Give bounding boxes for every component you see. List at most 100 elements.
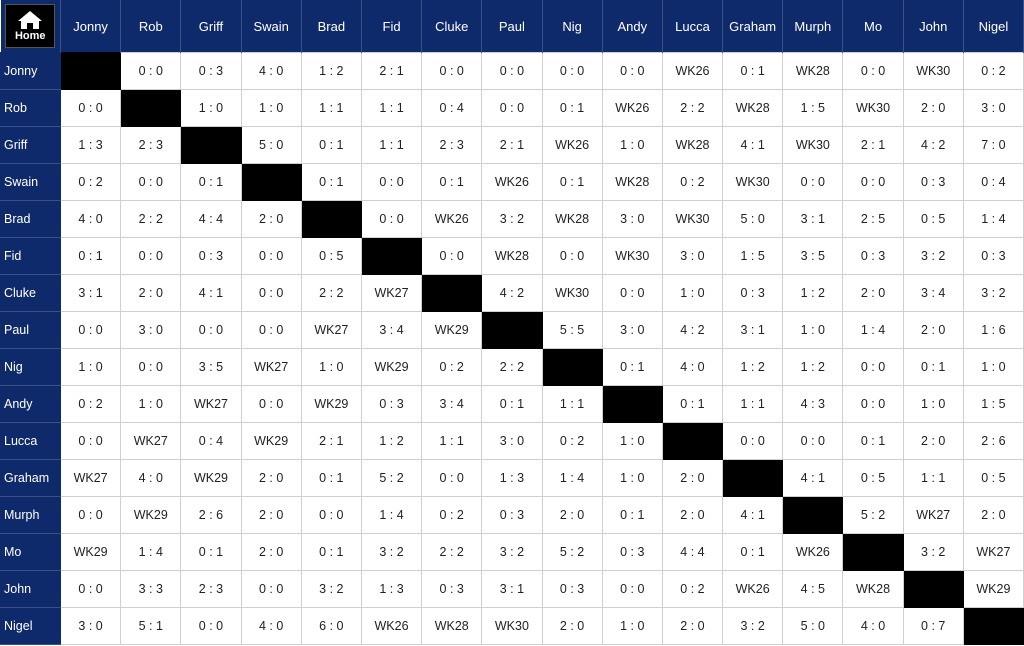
result-cell: 4 : 4 (661, 533, 724, 571)
result-cell: 0 : 1 (481, 385, 543, 423)
result-cell: 3 : 0 (601, 200, 663, 238)
table-row-nigel: Nigel 3 : 05 : 10 : 04 : 06 : 0 WK26 WK28 WK… (0, 607, 1024, 645)
result-cell: 1 : 3 (59, 126, 122, 164)
column-header-andy: Andy (602, 0, 663, 53)
result-cell: 2 : 1 (360, 52, 423, 90)
result-cell: WK28 (481, 237, 543, 275)
result-cell: 0 : 0 (240, 237, 302, 275)
result-cell: 2 : 0 (962, 496, 1024, 534)
result-cell: 0 : 0 (782, 422, 844, 460)
table-row-cluke: Cluke 3 : 12 : 04 : 10 : 02 : 2 WK27 4 : 2W… (0, 274, 1024, 312)
result-cell: 2 : 6 (180, 496, 242, 534)
result-cell: 1 : 0 (661, 274, 724, 312)
result-cell: 0 : 1 (842, 422, 904, 460)
result-cell: 0 : 0 (59, 422, 122, 460)
table-row-nig: Nig 1 : 00 : 03 : 5 WK27 1 : 0 WK29 0 : 22 : … (0, 348, 1024, 386)
result-cell: 0 : 4 (962, 163, 1024, 201)
result-cell: 0 : 1 (541, 89, 603, 127)
result-cell: WK26 (481, 163, 543, 201)
diagonal-cell (421, 274, 483, 312)
result-cell: WK29 (300, 385, 362, 423)
result-cell: WK28 (421, 607, 483, 645)
result-cell: 0 : 1 (902, 348, 964, 386)
result-cell: 3 : 0 (661, 237, 724, 275)
result-cell: 1 : 5 (722, 237, 784, 275)
result-cell: WK28 (722, 89, 784, 127)
result-cell: 2 : 0 (541, 496, 603, 534)
result-cell: 0 : 0 (59, 570, 122, 608)
table-row-fid: Fid 0 : 10 : 00 : 30 : 00 : 50 : 0 WK28 0 :… (0, 237, 1024, 275)
result-cell: 0 : 0 (360, 200, 423, 238)
result-cell: WK30 (601, 237, 663, 275)
result-cell: 0 : 0 (722, 422, 784, 460)
result-cell: 5 : 0 (722, 200, 784, 238)
results-grid: Home Jonny Rob Griff Swain Brad Fid Cluke Paul N… (0, 0, 1024, 645)
result-cell: 1 : 0 (601, 422, 663, 460)
result-cell: 0 : 5 (300, 237, 362, 275)
result-cell: 1 : 0 (601, 607, 663, 645)
result-cell: 1 : 1 (722, 385, 784, 423)
result-cell: 0 : 1 (300, 126, 362, 164)
result-cell: 0 : 4 (421, 89, 483, 127)
result-cell: 0 : 1 (601, 348, 663, 386)
result-cell: 0 : 1 (421, 163, 483, 201)
result-cell: 3 : 0 (962, 89, 1024, 127)
result-cell: 1 : 0 (902, 385, 964, 423)
result-cell: 3 : 2 (481, 533, 543, 571)
column-header-brad: Brad (301, 0, 362, 53)
result-cell: 3 : 2 (722, 607, 784, 645)
result-cell: 1 : 4 (842, 311, 904, 349)
result-cell: 0 : 0 (240, 274, 302, 312)
result-cell: 2 : 0 (842, 274, 904, 312)
result-cell: 0 : 1 (59, 237, 122, 275)
result-cell: 3 : 1 (782, 200, 844, 238)
result-cell: 4 : 0 (120, 459, 182, 497)
row-header-mo: Mo (0, 533, 61, 571)
result-cell: 0 : 0 (421, 459, 483, 497)
table-row-andy: Andy 0 : 21 : 0 WK27 0 : 0 WK29 0 : 33 : 40 :… (0, 385, 1024, 423)
result-cell: 2 : 1 (842, 126, 904, 164)
home-button[interactable]: Home (5, 4, 56, 48)
result-cell: 2 : 2 (421, 533, 483, 571)
result-cell: 4 : 0 (59, 200, 122, 238)
result-cell: 0 : 5 (842, 459, 904, 497)
home-icon (18, 11, 43, 29)
column-header-griff: Griff (180, 0, 242, 53)
column-header-nig: Nig (542, 0, 603, 53)
result-cell: 4 : 2 (661, 311, 724, 349)
result-cell: 4 : 4 (180, 200, 242, 238)
result-cell: WK28 (782, 52, 844, 90)
row-header-andy: Andy (0, 385, 61, 423)
result-cell: 0 : 0 (59, 89, 122, 127)
diagonal-cell (722, 459, 784, 497)
result-cell: 0 : 0 (842, 163, 904, 201)
result-cell: 0 : 0 (541, 237, 603, 275)
result-cell: 5 : 0 (240, 126, 302, 164)
result-cell: 0 : 0 (360, 163, 423, 201)
result-cell: 0 : 0 (481, 52, 543, 90)
result-cell: 1 : 0 (300, 348, 362, 386)
result-cell: 0 : 0 (541, 52, 603, 90)
result-cell: 0 : 3 (481, 496, 543, 534)
table-row-john: John 0 : 03 : 32 : 30 : 03 : 21 : 30 : 33… (0, 570, 1024, 608)
result-cell: 0 : 2 (59, 385, 122, 423)
result-cell: WK28 (661, 126, 724, 164)
diagonal-cell (782, 496, 844, 534)
result-cell: 4 : 0 (661, 348, 724, 386)
result-cell: WK26 (782, 533, 844, 571)
result-cell: 4 : 0 (842, 607, 904, 645)
column-header-rob: Rob (120, 0, 182, 53)
diagonal-cell (902, 570, 964, 608)
diagonal-cell (661, 422, 724, 460)
home-cell: Home (0, 0, 61, 53)
row-header-nigel: Nigel (0, 607, 61, 645)
result-cell: 3 : 2 (902, 237, 964, 275)
result-cell: 0 : 3 (360, 385, 423, 423)
result-cell: WK26 (601, 89, 663, 127)
result-cell: 0 : 2 (421, 348, 483, 386)
result-cell: 0 : 2 (661, 163, 724, 201)
table-row-rob: Rob 0 : 01 : 01 : 01 : 11 : 10 : 40 : 00 … (0, 89, 1024, 127)
diagonal-cell (120, 89, 182, 127)
result-cell: 3 : 5 (782, 237, 844, 275)
result-cell: 0 : 0 (782, 163, 844, 201)
